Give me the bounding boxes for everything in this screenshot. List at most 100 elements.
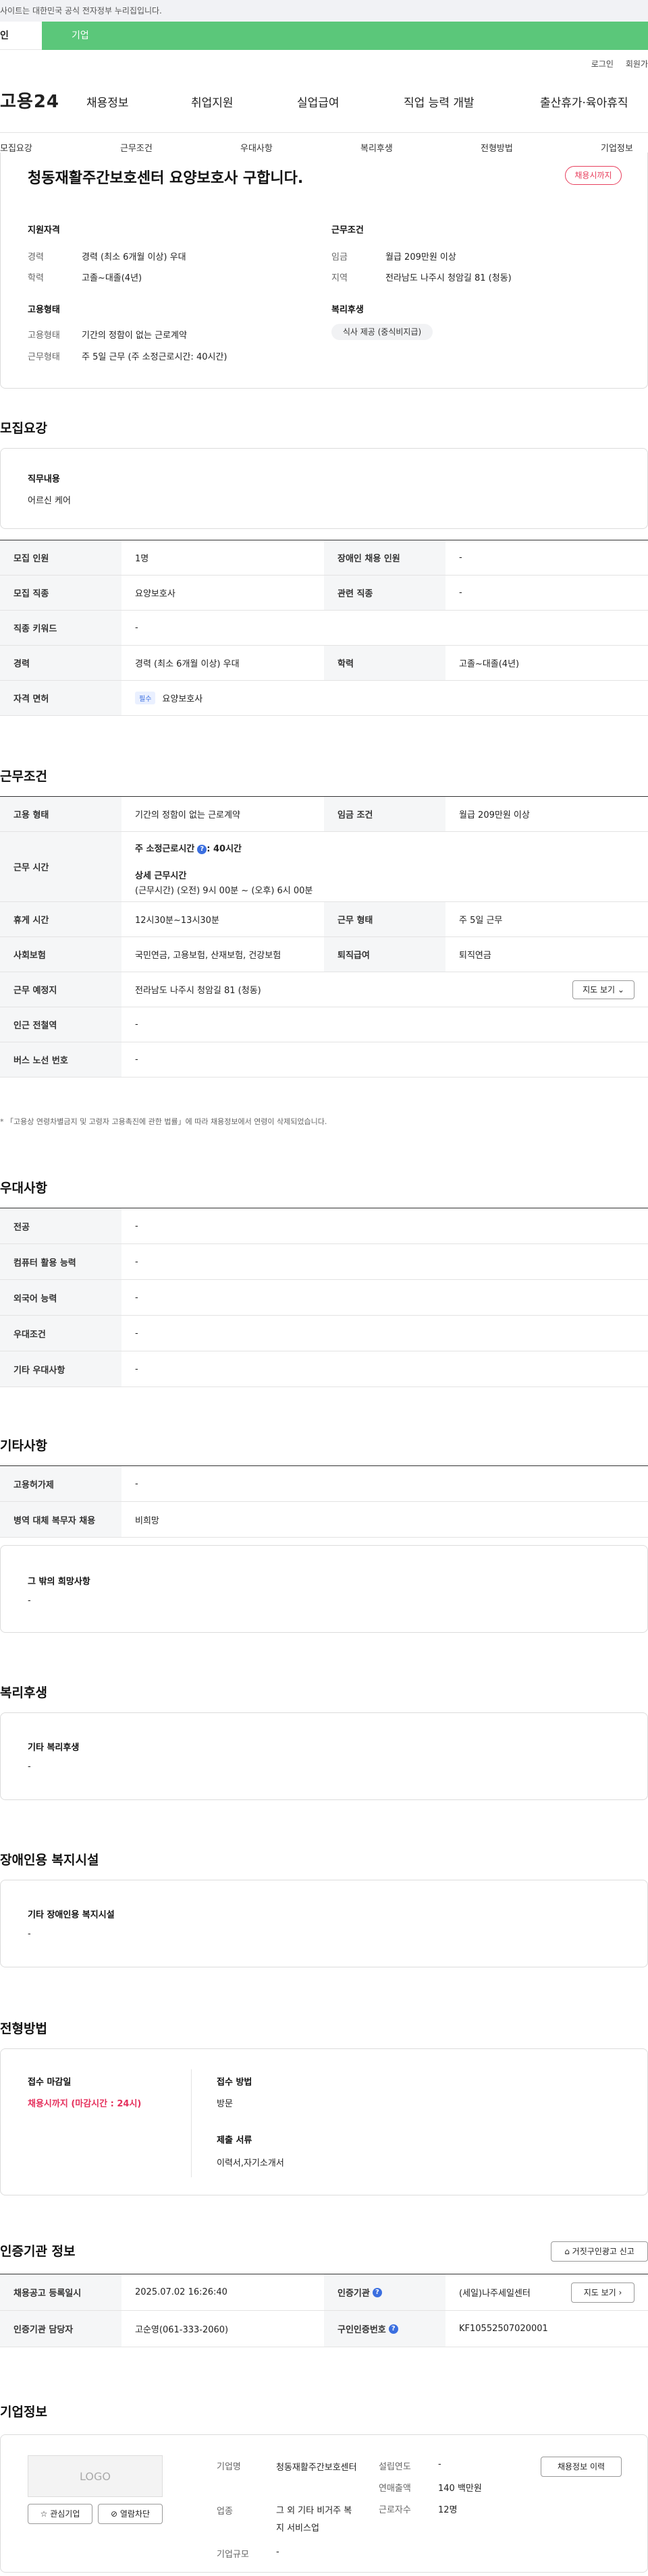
table-cell: -: [135, 1328, 138, 1339]
table-cell: 주 5일 근무: [459, 916, 503, 926]
table-cell: 1명: [135, 554, 149, 564]
wage-value: 월급 209만원 이상: [385, 252, 456, 262]
size-label: 기업규모: [217, 2550, 249, 2560]
condition-heading: 근무조건: [331, 225, 364, 235]
work-form-label: 근무형태: [28, 352, 60, 362]
table-header: 컴퓨터 활용 능력: [0, 1244, 122, 1279]
report-false-ad-button[interactable]: ⌂ 거짓구인광고 신고: [551, 2241, 648, 2262]
deadline-label: 접수 마감일: [28, 2077, 72, 2088]
method-value: 방문: [217, 2099, 233, 2109]
help-icon[interactable]: ?: [388, 2324, 398, 2334]
required-tag: 필수: [135, 692, 156, 704]
industry-value: 그 외 기타 비거주 복지 서비스업: [276, 2506, 352, 2533]
conditions-heading: 근무조건: [0, 769, 47, 784]
table-header: 병역 대체 복무자 채용: [0, 1502, 122, 1537]
table-header: 전공: [0, 1208, 122, 1243]
nav-jobs[interactable]: 채용정보: [86, 93, 129, 110]
hiring-history-button[interactable]: 채용정보 이력: [541, 2457, 622, 2477]
interest-company-button[interactable]: ☆ 관심기업: [28, 2504, 92, 2524]
table-header: 휴게 시간: [0, 902, 122, 936]
table-header: 관련 직종: [324, 576, 446, 610]
site-logo[interactable]: 고용24: [0, 88, 59, 113]
table-cell: -: [459, 553, 462, 563]
table-header: 퇴직급여: [324, 937, 446, 972]
duty-label: 직무내용: [28, 474, 60, 484]
table-row: 경력 경력 (최소 6개월 이상) 우대 학력 고졸~대졸(4년): [0, 646, 648, 681]
table-row: 우대조건 -: [0, 1316, 648, 1351]
map-view-button[interactable]: 지도 보기 ⌄: [572, 980, 634, 999]
user-type-bar: 인 기업: [0, 22, 648, 50]
deadline-value: 채용시까지 (마감시간 : 24시): [28, 2099, 142, 2109]
table-cell: -: [135, 1256, 138, 1267]
gov-notice-text: 사이트는 대한민국 공식 전자정부 누리집입니다.: [0, 6, 162, 16]
nav-employment-support[interactable]: 취업지원: [191, 93, 234, 110]
agency-map-button[interactable]: 지도 보기 ›: [571, 2283, 634, 2303]
login-link[interactable]: 로그인: [591, 59, 614, 69]
help-icon[interactable]: ?: [197, 844, 207, 854]
welfare-value: -: [28, 1762, 31, 1772]
company-tab[interactable]: 기업: [42, 22, 648, 50]
found-value: -: [438, 2459, 441, 2469]
age-law-note: * 「고용상 연령차별금지 및 고령자 고용촉진에 관한 법률」에 따라 채용정…: [0, 1117, 327, 1126]
other-wish-card: 그 밖의 희망사항 -: [0, 1545, 648, 1633]
table-cell: -: [135, 1478, 138, 1489]
table-row: 컴퓨터 활용 능력 -: [0, 1244, 648, 1280]
block-icon: ⊘: [110, 2509, 118, 2519]
table-header: 버스 노선 번호: [0, 1042, 122, 1077]
table-header: 외국어 능력: [0, 1280, 122, 1315]
recruit-heading: 모집요강: [0, 421, 47, 436]
table-header: 고용허가제: [0, 1466, 122, 1501]
size-value: -: [276, 2547, 279, 2557]
table-cell: 2025.07.02 16:26:40: [135, 2287, 227, 2297]
table-cell: 12시30분~13시30분: [135, 916, 219, 926]
table-row: 인증기관 담당자 고순영(061-333-2060) 구인인증번호? KF105…: [0, 2311, 648, 2347]
employment-type-value: 기간의 정함이 없는 근로계약: [82, 331, 187, 341]
help-icon[interactable]: ?: [372, 2287, 382, 2297]
report-icon: ⌂: [564, 2247, 570, 2256]
welfare-heading: 복리후생: [331, 305, 364, 315]
interest-label: 관심기업: [50, 2509, 80, 2519]
table-cell: -: [135, 1019, 138, 1030]
table-cell: 요양보호사: [135, 589, 176, 599]
table-header: 인증기관 담당자: [0, 2311, 122, 2347]
chevron-down-icon: ⌄: [617, 985, 624, 995]
etc-heading: 기타사항: [0, 1438, 47, 1453]
gov-notice-bar: 사이트는 대한민국 공식 전자정부 누리집입니다.: [0, 0, 648, 22]
table-cell: 고순영(061-333-2060): [135, 2325, 229, 2335]
staff-label: 근로자수: [379, 2505, 411, 2515]
map-view-label: 지도 보기: [583, 985, 616, 995]
personal-tab[interactable]: 인: [0, 22, 40, 50]
nav-maternity-leave[interactable]: 출산휴가·육아휴직: [540, 93, 628, 110]
star-icon: ☆: [40, 2509, 48, 2519]
welfare-chip: 식사 제공 (중식비지급): [331, 324, 433, 340]
hours-week-value: : 40시간: [207, 844, 242, 854]
block-label: 열람차단: [119, 2509, 151, 2519]
block-view-button[interactable]: ⊘ 열람차단: [98, 2504, 163, 2524]
table-row: 병역 대체 복무자 채용 비희망: [0, 1502, 648, 1538]
qualification-heading: 지원자격: [28, 225, 60, 235]
preference-heading: 우대사항: [0, 1181, 47, 1196]
table-header: 근무 예정지: [0, 972, 122, 1007]
sales-label: 연매출액: [379, 2484, 411, 2494]
wage-label: 임금: [331, 252, 348, 262]
table-cell: 필수 요양보호사: [122, 681, 648, 715]
table-cell: -: [135, 623, 138, 633]
nav-unemployment-benefit[interactable]: 실업급여: [297, 93, 340, 110]
sales-value: 140 백만원: [438, 2484, 482, 2494]
nav-vocational-training[interactable]: 직업 능력 개발: [404, 93, 475, 110]
career-label: 경력: [28, 252, 44, 262]
screening-card: 접수 마감일 채용시까지 (마감시간 : 24시) 접수 방법 방문 제출 서류…: [0, 2048, 648, 2195]
chevron-right-icon: ›: [618, 2288, 622, 2297]
table-cell: 국민연금, 고용보험, 산재보험, 건강보험: [135, 951, 281, 961]
hours-week-label: 주 소정근로시간: [135, 844, 195, 854]
screening-heading: 전형방법: [0, 2021, 47, 2036]
table-header: 인근 전철역: [0, 1007, 122, 1042]
hours-week: 주 소정근로시간?: 40시간: [135, 841, 242, 854]
table-row: 버스 노선 번호 -: [0, 1042, 648, 1077]
hours-detail-value: (근무시간) (오전) 9시 00분 ~ (오후) 6시 00분: [135, 886, 313, 896]
join-link[interactable]: 회원가: [626, 59, 648, 69]
docs-value: 이력서,자기소개서: [217, 2158, 284, 2168]
table-cell: -: [135, 1221, 138, 1231]
work-form-value: 주 5일 근무 (주 소정근로시간: 40시간): [82, 352, 227, 362]
table-header: 임금 조건: [324, 797, 446, 831]
